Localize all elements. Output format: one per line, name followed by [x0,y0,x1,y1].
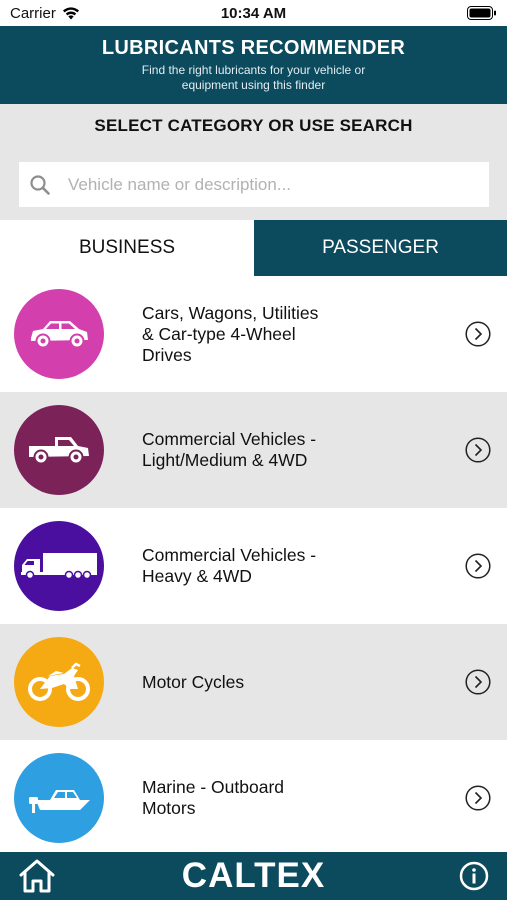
category-row-marine[interactable]: Marine - Outboard Motors [0,740,507,856]
chevron-right-icon[interactable] [465,785,491,811]
search-box[interactable] [19,162,489,207]
search-icon [30,174,50,195]
car-icon [31,321,88,349]
chevron-right-icon[interactable] [465,669,491,695]
category-row-cars[interactable]: Cars, Wagons, Utilities & Car-type 4-Whe… [0,276,507,392]
pickup-truck-icon [29,437,89,465]
category-label: Marine - Outboard Motors [142,777,285,818]
category-label: Motor Cycles [142,671,245,692]
semi-truck-icon [21,553,97,580]
motorcycle-icon [28,662,90,701]
tab-passenger[interactable]: PASSENGER [254,220,507,276]
app-header: LUBRICANTS RECOMMENDER Find the right lu… [0,26,507,104]
category-icon-circle [14,637,104,727]
category-label: Commercial Vehicles - Heavy & 4WD [142,545,317,586]
category-icon-circle [14,521,104,611]
category-label: Cars, Wagons, Utilities & Car-type 4-Whe… [142,302,319,365]
chevron-right-icon[interactable] [465,437,491,463]
chevron-right-icon[interactable] [465,553,491,579]
category-list: Cars, Wagons, Utilities & Car-type 4-Whe… [0,276,507,856]
category-label: Commercial Vehicles - Light/Medium & 4WD [142,429,317,470]
category-icon-circle [14,405,104,495]
status-time: 10:34 AM [220,4,287,22]
category-row-heavy-commercial[interactable]: Commercial Vehicles - Heavy & 4WD [0,508,507,624]
caltex-logo: CALTEX [181,856,326,895]
tab-business[interactable]: BUSINESS [0,220,254,276]
status-bar: Carrier 10:34 AM [0,0,507,26]
header-subtitle: Find the right lubricants for your vehic… [141,63,366,92]
info-icon[interactable] [459,861,489,891]
boat-icon [29,790,90,813]
segment-tabs: BUSINESS PASSENGER [0,220,507,276]
chevron-right-icon[interactable] [465,321,491,347]
category-icon-circle [14,289,104,379]
home-icon[interactable] [18,859,56,893]
category-icon-circle [14,753,104,843]
category-row-light-commercial[interactable]: Commercial Vehicles - Light/Medium & 4WD [0,392,507,508]
search-area [0,148,507,220]
search-input[interactable] [68,174,468,195]
category-row-motorcycles[interactable]: Motor Cycles [0,624,507,740]
bottom-bar: CALTEX [0,852,507,900]
category-prompt: SELECT CATEGORY OR USE SEARCH [0,104,507,148]
header-title: LUBRICANTS RECOMMENDER [101,37,406,59]
